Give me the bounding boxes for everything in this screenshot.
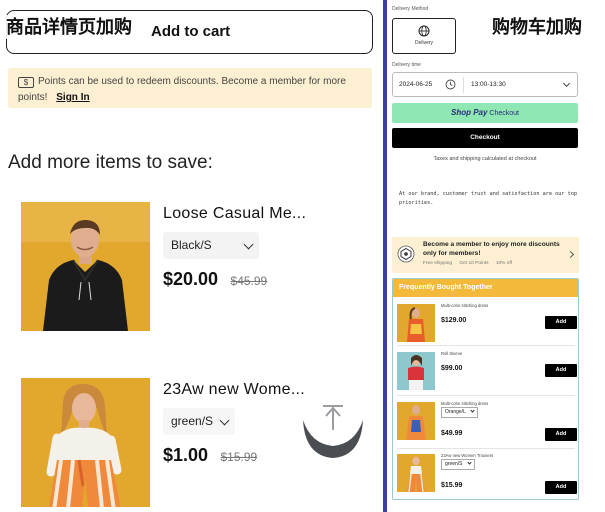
- member-banner-title: Become a member to enjoy more discounts …: [423, 241, 560, 257]
- fbt-item-name: Multi-color stitching dress: [441, 303, 489, 308]
- shop-pay-logo: Shop Pay: [451, 108, 488, 117]
- fbt-item-price: $99.00: [441, 365, 463, 372]
- fbt-add-button[interactable]: Add: [545, 316, 577, 329]
- member-badge-icon: [397, 245, 415, 263]
- sale-price: $20.00: [163, 269, 219, 289]
- variant-select[interactable]: Black/S: [163, 232, 259, 259]
- scroll-to-top-button[interactable]: [303, 394, 363, 460]
- chevron-down-icon: [243, 239, 254, 250]
- cart-panel: Delivery Method Delivery Delivery time 2…: [387, 0, 605, 512]
- date-divider: [463, 77, 464, 93]
- shop-pay-checkout-label: Checkout: [489, 110, 519, 117]
- variant-select[interactable]: green/S: [163, 408, 235, 435]
- product-page-panel: Add to cart $ Points can be used to redee…: [0, 0, 382, 512]
- tax-note: Taxes and shipping calculated at checkou…: [433, 156, 537, 162]
- fbt-item-price: $129.00: [441, 317, 467, 324]
- fbt-add-button[interactable]: Add: [545, 481, 577, 494]
- product-image[interactable]: [21, 202, 150, 331]
- price-row: $20.00 $45.99: [163, 269, 267, 290]
- compare-price: $45.99: [230, 274, 268, 288]
- fbt-add-button[interactable]: Add: [545, 364, 577, 377]
- globe-icon: [418, 25, 430, 37]
- fbt-item-name: Roll Sleeve: [441, 351, 463, 356]
- fbt-variant-value: Orange/L: [445, 409, 466, 415]
- fbt-item: Multi-color stitching dress Orange/L $49…: [393, 401, 578, 453]
- member-banner[interactable]: Become a member to enjoy more discounts …: [392, 237, 579, 273]
- delivery-time-label: Delivery time: [392, 62, 421, 68]
- compare-price: $15.99: [220, 450, 258, 464]
- fbt-item: 23Aw new Women Trousers green/S $15.99 A…: [393, 453, 578, 499]
- chevron-down-icon: [562, 79, 571, 88]
- chevron-right-icon: [566, 250, 575, 259]
- fbt-variant-value: green/S: [445, 461, 463, 467]
- delivery-method-label: Delivery Method: [392, 6, 429, 12]
- overlay-label-product-page: 商品详情页加购: [4, 15, 134, 39]
- sale-price: $1.00: [163, 445, 209, 465]
- perk-free-shipping: Free shipping: [423, 261, 453, 266]
- chevron-down-icon: [219, 415, 230, 426]
- price-row: $1.00 $15.99: [163, 445, 257, 466]
- sign-in-link[interactable]: Sign In: [56, 92, 89, 103]
- points-banner: $ Points can be used to redeem discounts.…: [8, 68, 372, 108]
- perk-discount: 10% off: [495, 261, 513, 266]
- perk-points: Get 10 Points: [459, 261, 489, 266]
- fbt-item-image[interactable]: [397, 402, 435, 440]
- product-image[interactable]: [21, 378, 150, 507]
- fbt-divider: [397, 448, 575, 449]
- fbt-item-name: Multi-color stitching dress: [441, 401, 489, 406]
- fbt-item-price: $49.99: [441, 430, 463, 437]
- trust-note: At our brand, customer trust and satisfa…: [399, 191, 578, 206]
- coin-icon: $: [18, 77, 34, 88]
- chevron-down-icon: [466, 460, 472, 465]
- delivery-time-range: 13:00-13:30: [471, 81, 506, 88]
- fbt-item-image[interactable]: [397, 304, 435, 342]
- delivery-option[interactable]: Delivery: [392, 18, 456, 54]
- fbt-item-name: 23Aw new Women Trousers: [441, 453, 494, 458]
- fbt-divider: [397, 395, 575, 396]
- overlay-label-cart: 购物车加购: [490, 15, 584, 39]
- delivery-option-label: Delivery: [414, 40, 434, 46]
- variant-value: Black/S: [171, 238, 212, 252]
- chevron-down-icon: [470, 408, 475, 413]
- fbt-divider: [397, 345, 575, 346]
- frequently-bought-together: Frequently Bought Together Multi-color s…: [392, 278, 579, 500]
- variant-value: green/S: [171, 414, 214, 428]
- clock-icon: [445, 79, 456, 90]
- checkout-button[interactable]: Checkout: [392, 128, 578, 148]
- fbt-item: Multi-color stitching dress $129.00 Add: [393, 303, 578, 355]
- arrow-up-icon: [303, 405, 363, 458]
- fbt-title: Frequently Bought Together: [393, 279, 578, 297]
- fbt-variant-select[interactable]: Orange/L: [441, 407, 478, 418]
- member-perks: Free shipping Get 10 Points 10% off: [423, 261, 518, 266]
- fbt-item-price: $15.99: [441, 482, 463, 489]
- delivery-time-select[interactable]: 2024-06-25 13:00-13:30: [392, 72, 578, 97]
- fbt-variant-select[interactable]: green/S: [441, 459, 475, 470]
- fbt-item-image[interactable]: [397, 454, 435, 492]
- section-title: Add more items to save:: [8, 152, 213, 173]
- product-name[interactable]: Loose Casual Me...: [163, 205, 363, 223]
- delivery-date: 2024-06-25: [399, 81, 433, 88]
- fbt-add-button[interactable]: Add: [545, 428, 577, 441]
- fbt-item-image[interactable]: [397, 352, 435, 390]
- shop-pay-checkout-button[interactable]: Shop Pay Checkout: [392, 103, 578, 123]
